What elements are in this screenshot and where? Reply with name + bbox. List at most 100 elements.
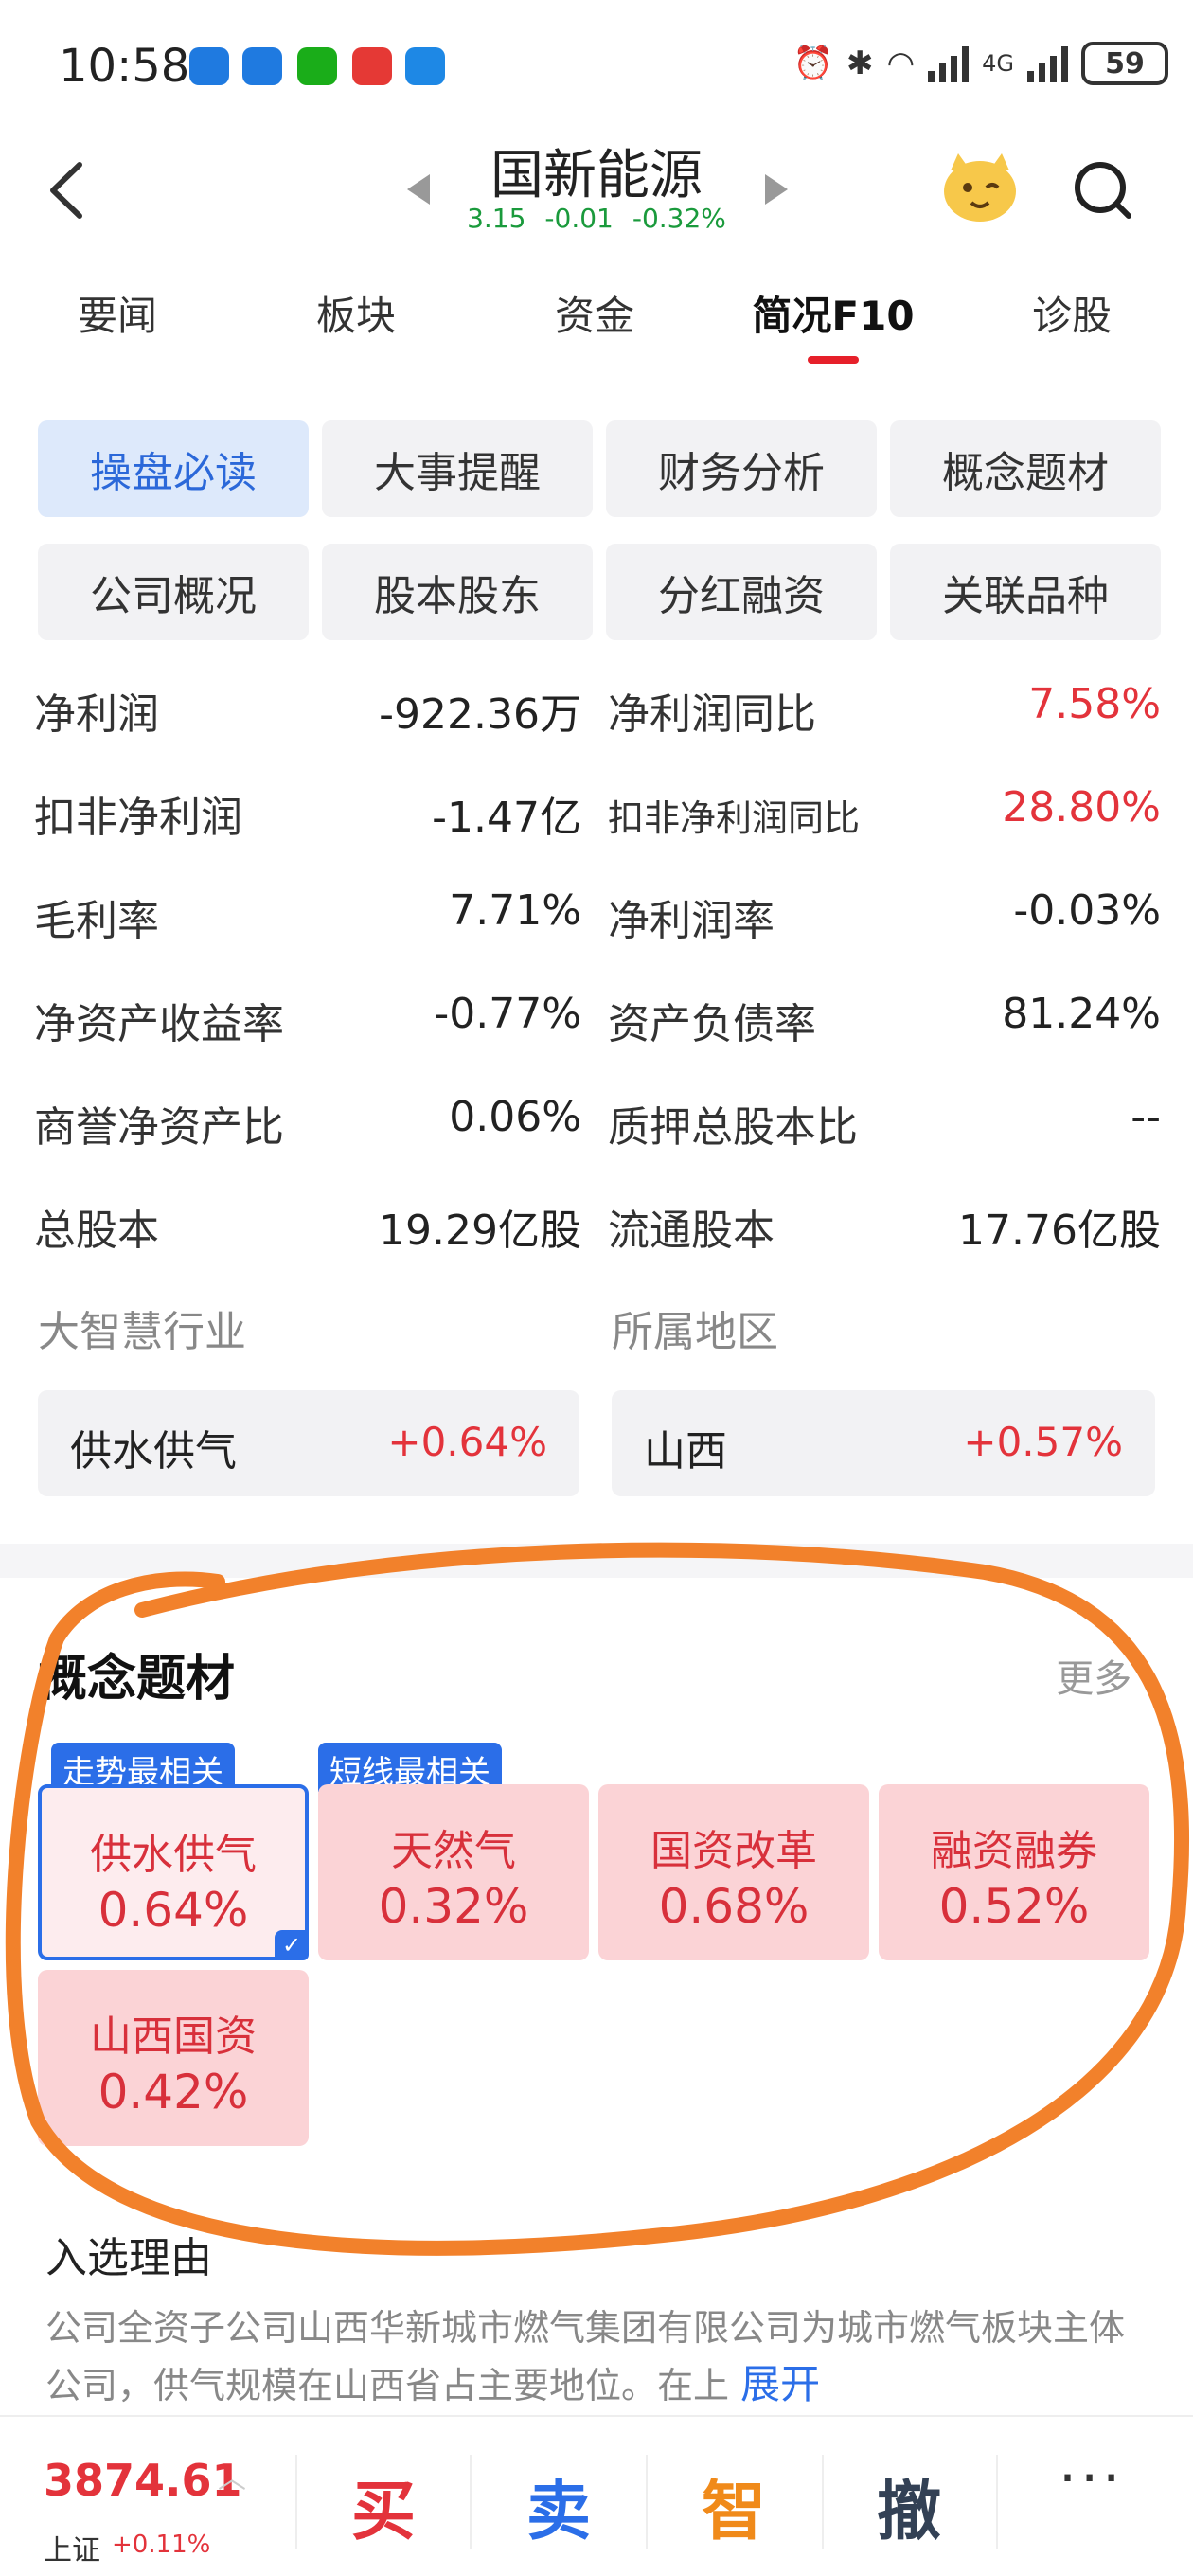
more-menu-icon[interactable]: ··· [1059,2445,1124,2512]
metric-value: 0.06% [449,1093,581,1141]
tab-news[interactable]: 要闻 [23,284,212,342]
concept-value: 0.52% [938,1879,1090,1934]
separator [822,2455,824,2549]
region-change: +0.57% [963,1419,1123,1465]
btn-company-profile[interactable]: 公司概况 [38,544,309,640]
metric-value: -922.36万 [379,690,581,739]
index-name: 上证 [44,2534,100,2567]
wifi-icon: ◠ [886,45,916,82]
stock-change-pct: -0.32% [632,203,726,234]
index-value[interactable]: 3874.61 [44,2455,242,2506]
alarm-icon: ⏰ [792,45,833,82]
btn-concepts[interactable]: 概念题材 [890,420,1161,517]
concept-name: 山西国资 [90,2012,257,2061]
battery-icon: 59 [1081,42,1168,85]
concept-name: 融资融券 [931,1827,1097,1875]
industry-label: 大智慧行业 [38,1308,246,1356]
separator [295,2455,297,2549]
sell-button[interactable]: 卖 [502,2459,615,2552]
active-tab-indicator [808,356,859,364]
reason-body: 公司全资子公司山西华新城市燃气集团有限公司为城市燃气板块主体公司，供气规模在山西… [45,2307,1126,2406]
concept-card[interactable]: 天然气 0.32% [318,1784,589,1960]
network-type: 4G [982,50,1014,77]
concept-name: 供水供气 [90,1831,257,1879]
search-icon[interactable] [1072,157,1134,224]
more-link[interactable]: 更多 › [1056,1648,1159,1703]
concept-card[interactable]: 国资改革 0.68% [598,1784,869,1960]
mascot-icon[interactable] [937,150,1023,225]
metric-value: 28.80% [1002,783,1161,832]
status-time: 10:58 [59,40,190,93]
region-name: 山西 [644,1427,727,1476]
status-indicators: ⏰ ✱ ◠ 4G 59 [793,42,1168,85]
metric-label: 净利润率 [608,897,775,945]
concept-name: 天然气 [391,1827,516,1875]
chevron-up-icon: ︿ [218,2462,246,2496]
metric-label: 扣非净利润同比 [608,797,861,839]
metric-label: 净资产收益率 [34,1000,284,1048]
concept-value: 0.64% [98,1883,249,1938]
metric-row: 净利润 -922.36万 净利润同比 7.58% [34,663,1161,766]
metric-label: 扣非净利润 [34,794,242,842]
shield-app-icon [242,47,282,85]
shield-app-icon [189,47,229,85]
btn-trading-guide[interactable]: 操盘必读 [38,420,309,517]
separator [470,2455,472,2549]
metric-row: 净资产收益率 -0.77% 资产负债率 81.24% [34,973,1161,1076]
buy-button[interactable]: 买 [327,2459,440,2552]
metric-label: 资产负债率 [608,1000,816,1048]
reason-title: 入选理由 [45,2234,212,2282]
cancel-order-button[interactable]: 撤 [852,2459,966,2552]
concept-section-title: 概念题材 [38,1651,236,1708]
separator [646,2455,648,2549]
industry-card[interactable]: 供水供气 +0.64% [38,1390,579,1496]
metric-value: -- [1131,1093,1161,1141]
concept-name: 国资改革 [650,1827,817,1875]
metric-value: 19.29亿股 [379,1207,581,1255]
metric-row: 总股本 19.29亿股 流通股本 17.76亿股 [34,1179,1161,1282]
concept-value: 0.68% [658,1879,810,1934]
metric-label: 流通股本 [608,1207,775,1255]
metric-value: -0.77% [434,990,581,1038]
separator [996,2455,998,2549]
metric-row: 商誉净资产比 0.06% 质押总股本比 -- [34,1076,1161,1179]
concept-value: 0.42% [98,2065,249,2120]
metrics-table: 净利润 -922.36万 净利润同比 7.58% 扣非净利润 -1.47亿 扣非… [34,663,1161,1282]
tab-funds[interactable]: 资金 [500,284,689,342]
metric-label: 商誉净资产比 [34,1103,284,1152]
metric-label: 毛利率 [34,897,159,945]
check-icon: ✓ [275,1930,309,1960]
stock-name: 国新能源 [490,145,703,206]
index-change: +0.11% [112,2531,211,2559]
metric-label: 质押总股本比 [608,1103,858,1152]
next-stock-icon[interactable] [765,174,788,205]
tab-f10[interactable]: 简况F10 [739,284,928,342]
btn-related[interactable]: 关联品种 [890,544,1161,640]
top-tabs: 要闻 板块 资金 简况F10 诊股 [0,284,1193,360]
btn-shareholders[interactable]: 股本股东 [322,544,593,640]
region-label: 所属地区 [612,1308,778,1356]
btn-events[interactable]: 大事提醒 [322,420,593,517]
previous-stock-icon[interactable] [407,174,430,205]
tab-diagnosis[interactable]: 诊股 [977,284,1166,342]
btn-financial-analysis[interactable]: 财务分析 [606,420,877,517]
metric-value: 81.24% [1002,990,1161,1038]
metric-value: -0.03% [1013,886,1161,935]
back-arrow-icon[interactable] [42,157,93,224]
metric-value: 7.58% [1028,680,1161,728]
f10-section-buttons: 操盘必读 大事提醒 财务分析 概念题材 公司概况 股本股东 分红融资 关联品种 [38,420,1161,640]
btn-dividends[interactable]: 分红融资 [606,544,877,640]
concept-card[interactable]: 供水供气 0.64% ✓ [38,1784,309,1960]
concept-card[interactable]: 山西国资 0.42% [38,1970,309,2146]
expand-link[interactable]: 展开 [740,2361,820,2407]
region-card[interactable]: 山西 +0.57% [612,1390,1155,1496]
metric-value: -1.47亿 [432,794,581,842]
bottom-trade-bar: 3874.61 ︿ 上证 +0.11% 买 卖 智 撤 ··· [0,2415,1193,2576]
concept-card[interactable]: 融资融券 0.52% [879,1784,1149,1960]
car-app-icon [405,47,445,85]
metric-value: 17.76亿股 [958,1207,1161,1255]
concept-value: 0.32% [378,1879,529,1934]
signal-icon [928,45,970,82]
tab-sector[interactable]: 板块 [261,284,451,342]
smart-button[interactable]: 智 [677,2459,791,2552]
